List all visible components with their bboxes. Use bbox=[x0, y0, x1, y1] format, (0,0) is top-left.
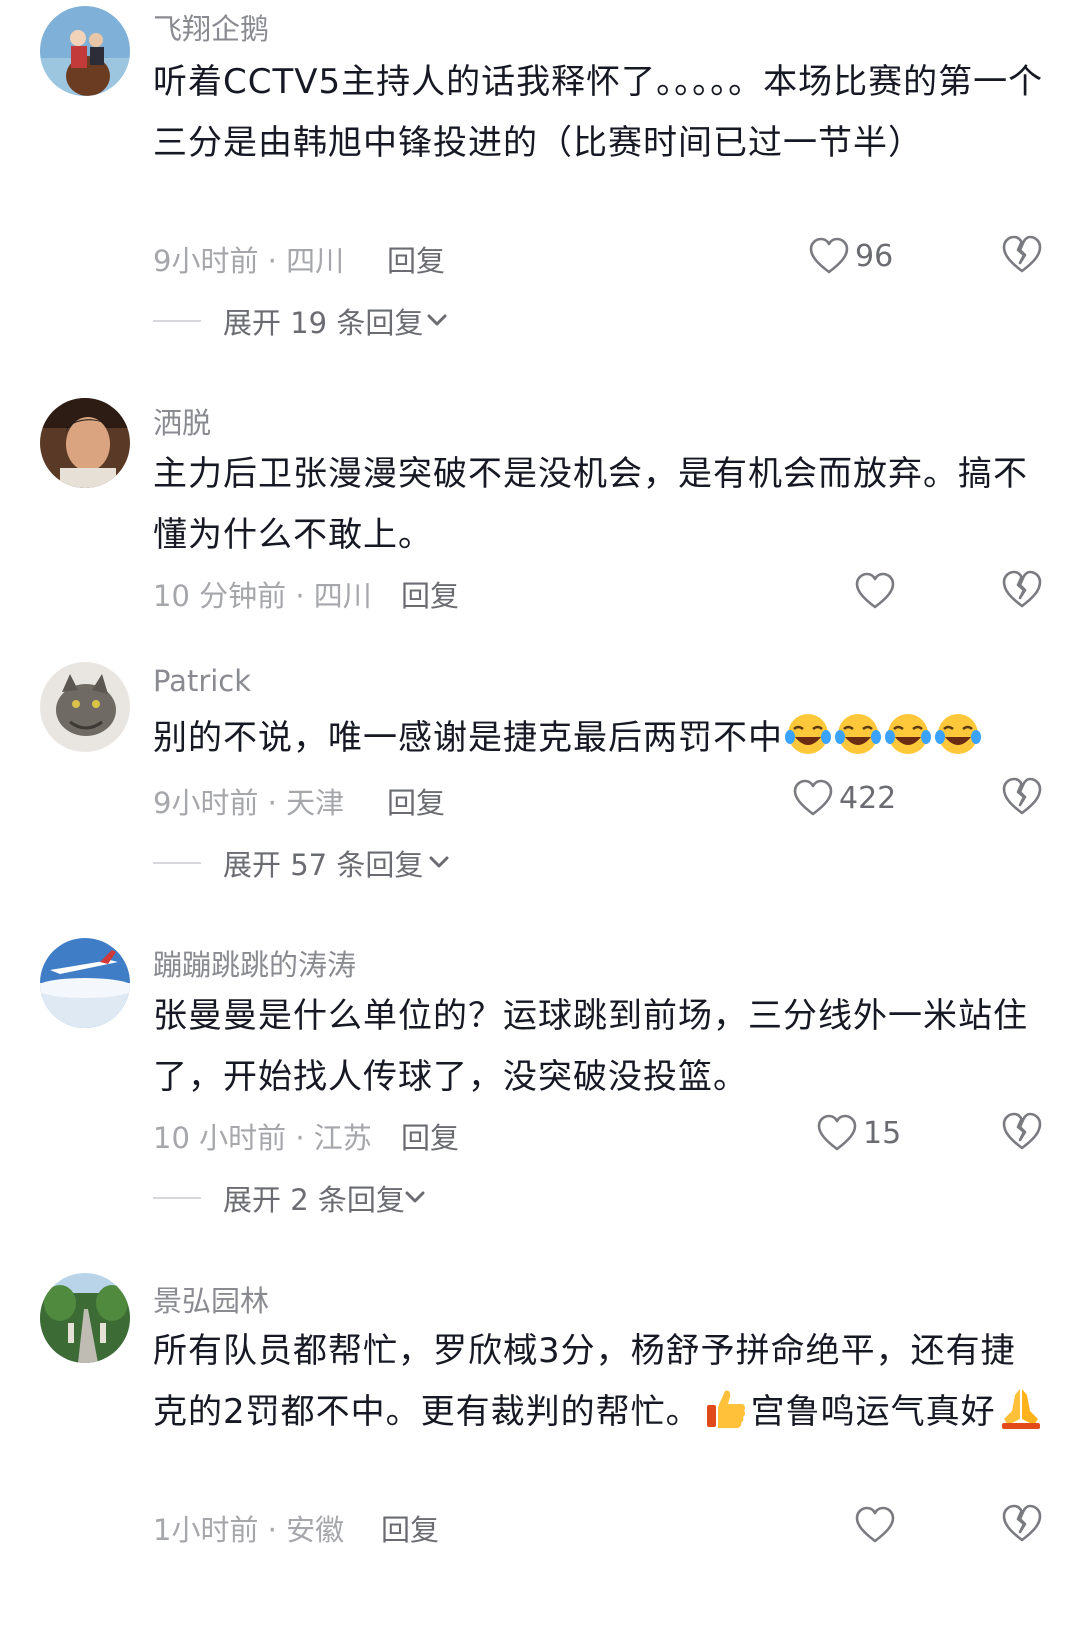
avatar[interactable] bbox=[40, 1273, 130, 1363]
praying-hands-emoji bbox=[1001, 1389, 1040, 1429]
username[interactable]: 蹦蹦跳跳的涛涛 bbox=[153, 942, 356, 984]
comment-text: 听着CCTV5主持人的话我释怀了。。。。。本场比赛的第一个三分是由韩旭中锋投进的… bbox=[153, 62, 1044, 163]
like-count: 422 bbox=[839, 780, 897, 816]
broken-heart-icon bbox=[1002, 570, 1042, 608]
heart-icon bbox=[855, 572, 895, 609]
expand-replies-label: 展开 19 条回复 bbox=[223, 306, 424, 340]
comment-text-content: 宫鲁鸣运气真好 bbox=[750, 1392, 996, 1432]
comment-meta: 9小时前 · 四川 回复 96 bbox=[153, 234, 1043, 278]
divider bbox=[153, 862, 201, 864]
comment-text: 所有队员都帮忙，罗欣棫3分，杨舒予拼命绝平，还有捷克的2罚都不中。更有裁判的帮忙… bbox=[153, 1321, 1048, 1443]
laugh-cry-emoji bbox=[785, 714, 831, 754]
like-button[interactable]: 422 bbox=[793, 776, 896, 820]
laugh-cry-emoji bbox=[885, 714, 931, 754]
like-button[interactable] bbox=[855, 1503, 901, 1547]
chevron-down-icon bbox=[405, 1191, 425, 1203]
like-count: 96 bbox=[855, 238, 894, 274]
laugh-cry-emoji bbox=[835, 714, 881, 754]
divider bbox=[153, 320, 201, 322]
broken-heart-icon bbox=[1002, 235, 1042, 273]
username[interactable]: 景弘园林 bbox=[153, 1278, 269, 1320]
reply-button[interactable]: 回复 bbox=[401, 1115, 459, 1157]
comment-text: 张曼曼是什么单位的？运球跳到前场，三分线外一米站住了，开始找人传球了，没突破没投… bbox=[153, 996, 1028, 1097]
comment-text: 主力后卫张漫漫突破不是没机会，是有机会而放弃。搞不懂为什么不敢上。 bbox=[153, 454, 1028, 555]
heart-icon bbox=[809, 237, 849, 274]
avatar[interactable] bbox=[40, 938, 130, 1028]
dislike-button[interactable] bbox=[1001, 234, 1043, 278]
comment-text-content: 别的不说，唯一感谢是捷克最后两罚不中 bbox=[153, 718, 783, 758]
heart-icon bbox=[793, 779, 833, 816]
reply-button[interactable]: 回复 bbox=[387, 238, 445, 280]
broken-heart-icon bbox=[1002, 1112, 1042, 1150]
dislike-button[interactable] bbox=[1001, 1111, 1043, 1155]
like-count: 15 bbox=[863, 1115, 902, 1151]
like-button[interactable]: 96 bbox=[809, 234, 893, 278]
dislike-button[interactable] bbox=[1001, 1503, 1043, 1547]
comment-meta: 9小时前 · 天津 回复 422 bbox=[153, 776, 1043, 820]
dislike-button[interactable] bbox=[1001, 776, 1043, 820]
heart-icon bbox=[855, 1506, 895, 1543]
like-button[interactable] bbox=[855, 569, 901, 613]
time-location: 9小时前 · 四川 bbox=[153, 244, 345, 278]
like-button[interactable]: 15 bbox=[817, 1111, 901, 1155]
time-location: 9小时前 · 天津 bbox=[153, 786, 345, 820]
username[interactable]: 洒脱 bbox=[153, 400, 211, 442]
chevron-down-icon bbox=[427, 314, 447, 326]
time-location: 10 分钟前 · 四川 bbox=[153, 579, 372, 613]
divider bbox=[153, 1197, 201, 1199]
expand-replies-label: 展开 2 条回复 bbox=[223, 1183, 405, 1217]
avatar[interactable] bbox=[40, 662, 130, 752]
avatar[interactable] bbox=[40, 6, 130, 96]
time-location: 1小时前 · 安徽 bbox=[153, 1513, 345, 1547]
laugh-cry-emoji bbox=[935, 714, 981, 754]
time-location: 10 小时前 · 江苏 bbox=[153, 1121, 372, 1155]
chevron-down-icon bbox=[429, 856, 449, 868]
broken-heart-icon bbox=[1002, 1504, 1042, 1542]
dislike-button[interactable] bbox=[1001, 569, 1043, 613]
avatar[interactable] bbox=[40, 398, 130, 488]
heart-icon bbox=[817, 1114, 857, 1151]
username[interactable]: 飞翔企鹅 bbox=[153, 6, 269, 48]
expand-replies-label: 展开 57 条回复 bbox=[223, 848, 424, 882]
comment-meta: 10 小时前 · 江苏 回复 15 bbox=[153, 1111, 1043, 1155]
broken-heart-icon bbox=[1002, 777, 1042, 815]
reply-button[interactable]: 回复 bbox=[401, 573, 459, 615]
username[interactable]: Patrick bbox=[153, 664, 251, 698]
comment-text: 别的不说，唯一感谢是捷克最后两罚不中 bbox=[153, 708, 1048, 769]
comment-meta: 1小时前 · 安徽 回复 bbox=[153, 1503, 1043, 1547]
thumbs-up-emoji bbox=[706, 1390, 745, 1428]
reply-button[interactable]: 回复 bbox=[381, 1507, 439, 1549]
reply-button[interactable]: 回复 bbox=[387, 780, 445, 822]
comment-meta: 10 分钟前 · 四川 回复 bbox=[153, 569, 1043, 613]
